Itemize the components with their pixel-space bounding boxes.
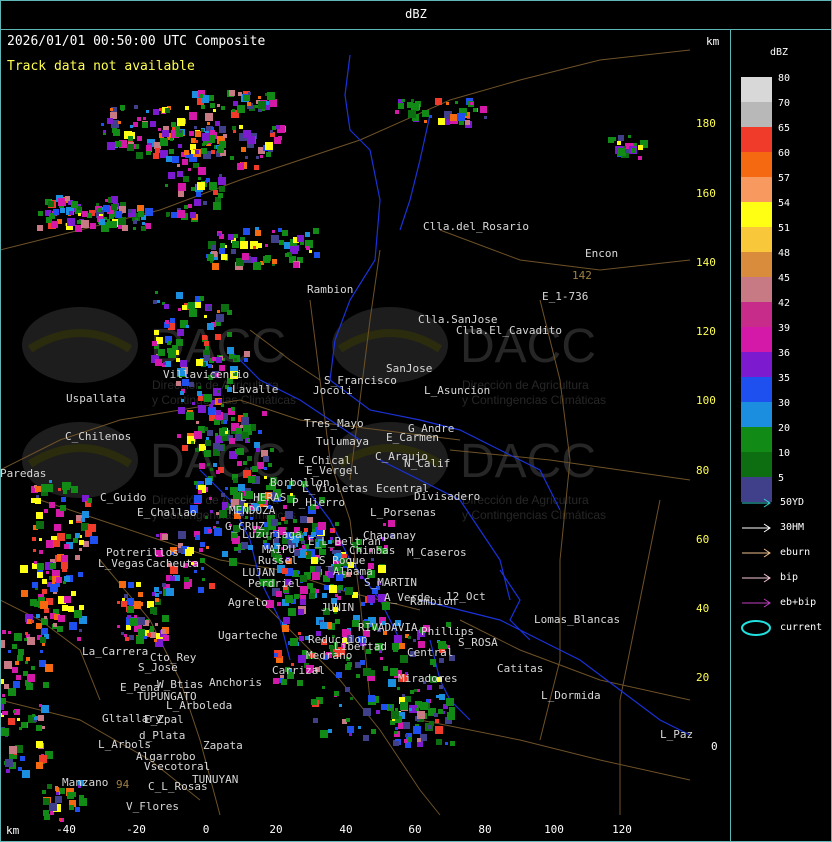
legend-value-label: 20	[778, 423, 791, 434]
legend-value-label: 39	[778, 323, 791, 334]
x-tick-label: 0	[202, 823, 210, 836]
legend-value-label: 5	[778, 473, 785, 484]
current-ellipse-icon	[741, 620, 771, 636]
track-arrow-icon	[742, 573, 771, 583]
x-tick-label: 100	[544, 823, 564, 836]
track-arrow-icon	[742, 498, 771, 508]
legend-title: dBZ	[770, 47, 789, 58]
legend-value-label: 57	[778, 173, 791, 184]
legend-value-label: 80	[778, 73, 791, 84]
legend-swatch	[741, 77, 772, 102]
legend-value-label: 10	[778, 448, 791, 459]
track-legend-label: 30HM	[780, 522, 805, 533]
y-tick-label: 180	[696, 117, 716, 130]
track-arrow-icon	[742, 598, 771, 608]
y-tick-label: 40	[696, 602, 710, 615]
map-frame	[0, 29, 731, 842]
y-tick-label: 80	[696, 464, 710, 477]
x-tick-label: 120	[612, 823, 632, 836]
y-tick-label: 0	[711, 740, 718, 753]
legend-value-label: 45	[778, 273, 791, 284]
legend-swatch	[741, 277, 772, 302]
legend-value-label: 48	[778, 248, 791, 259]
y-tick-label: 100	[696, 394, 716, 407]
x-tick-label: 40	[339, 823, 353, 836]
legend-swatch	[741, 177, 772, 202]
x-tick-label: 60	[408, 823, 422, 836]
x-tick-label: -40	[56, 823, 76, 836]
y-tick-label: 140	[696, 256, 716, 269]
y-tick-label: 160	[696, 187, 716, 200]
x-tick-label: -20	[126, 823, 146, 836]
legend-swatch	[741, 352, 772, 377]
legend-value-label: 54	[778, 198, 791, 209]
y-tick-label: 60	[696, 533, 710, 546]
legend-swatch	[741, 127, 772, 152]
legend-swatch	[741, 102, 772, 127]
legend-swatch	[741, 152, 772, 177]
track-legend-label: current	[780, 622, 823, 633]
track-legend-label: 50YD	[780, 497, 805, 508]
legend-swatch	[741, 402, 772, 427]
timestamp-label: 2026/01/01 00:50:00 UTC Composite	[7, 34, 266, 49]
track-arrow-icon	[742, 548, 771, 558]
legend-swatch	[741, 327, 772, 352]
legend-value-label: 30	[778, 398, 791, 409]
legend-swatch	[741, 227, 772, 252]
legend-swatch	[741, 452, 772, 477]
track-legend-label: eburn	[780, 547, 811, 558]
x-tick-label: 20	[269, 823, 283, 836]
legend-value-label: 65	[778, 123, 791, 134]
track-status-message: Track data not available	[7, 59, 195, 74]
legend-swatch	[741, 377, 772, 402]
legend-swatch	[741, 427, 772, 452]
legend-swatch	[741, 302, 772, 327]
legend-value-label: 42	[778, 298, 791, 309]
km-unit-top: km	[706, 35, 720, 48]
legend-value-label: 60	[778, 148, 791, 159]
track-legend-label: bip	[780, 572, 799, 583]
legend-value-label: 51	[778, 223, 791, 234]
x-tick-label: 80	[478, 823, 492, 836]
legend-value-label: 70	[778, 98, 791, 109]
legend-swatch	[741, 202, 772, 227]
title: dBZ	[405, 7, 427, 21]
track-legend-label: eb+bip	[780, 597, 817, 608]
legend-swatch	[741, 252, 772, 277]
y-tick-label: 20	[696, 671, 710, 684]
y-tick-label: 120	[696, 325, 716, 338]
legend-value-label: 36	[778, 348, 791, 359]
legend-value-label: 35	[778, 373, 791, 384]
km-unit-bottom: km	[6, 824, 20, 837]
track-arrow-icon	[742, 523, 771, 533]
